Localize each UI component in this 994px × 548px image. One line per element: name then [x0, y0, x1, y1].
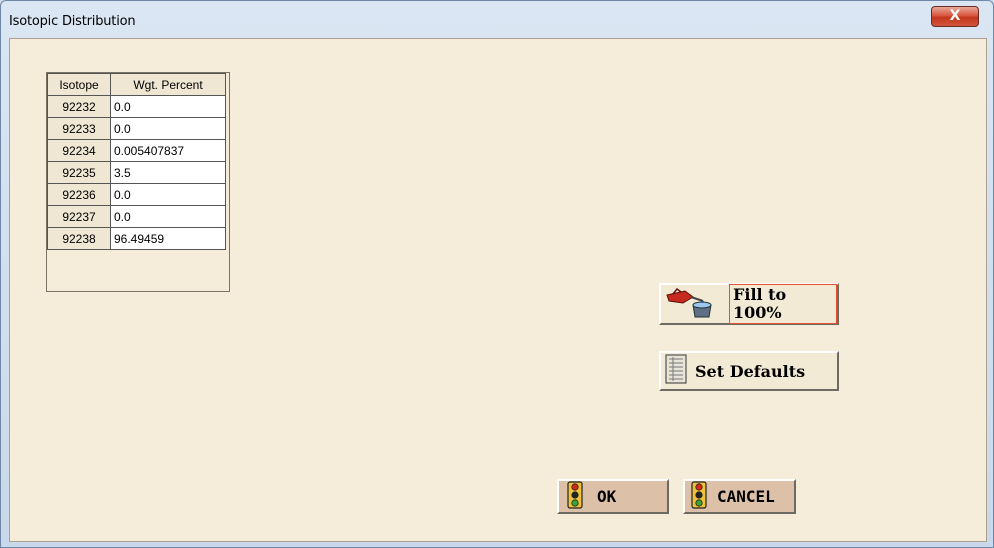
percent-input[interactable]: 0.005407837: [110, 139, 226, 162]
isotope-cell: 92234: [47, 139, 111, 162]
table-row: 92233 0.0: [47, 117, 226, 140]
column-header-isotope: Isotope: [47, 73, 111, 96]
cancel-label: CANCEL: [717, 487, 775, 506]
table-row: 92235 3.5: [47, 161, 226, 184]
column-header-wgt-percent: Wgt. Percent: [110, 73, 226, 96]
cancel-button[interactable]: CANCEL: [683, 479, 796, 514]
isotope-cell: 92237: [47, 205, 111, 228]
table-row: 92232 0.0: [47, 95, 226, 118]
traffic-light-icon: [691, 480, 707, 513]
title-bar[interactable]: Isotopic Distribution X: [1, 1, 993, 37]
set-defaults-label: Set Defaults: [695, 361, 806, 381]
list-document-icon: [665, 354, 687, 388]
fill-to-100-label: Fill to 100%: [729, 284, 837, 324]
percent-input[interactable]: 0.0: [110, 95, 226, 118]
close-icon: X: [949, 8, 961, 24]
traffic-light-icon: [567, 480, 583, 513]
gas-pump-nozzle-icon: [663, 285, 727, 323]
table-row: 92237 0.0: [47, 205, 226, 228]
isotope-cell: 92232: [47, 95, 111, 118]
table-row: 92238 96.49459: [47, 227, 226, 250]
table-row: 92234 0.005407837: [47, 139, 226, 162]
dialog-window: Isotopic Distribution X Isotope Wgt. Per…: [0, 0, 994, 548]
dialog-client-area: Isotope Wgt. Percent 92232 0.0 92233 0.0…: [9, 38, 987, 542]
percent-input[interactable]: 3.5: [110, 161, 226, 184]
isotope-cell: 92238: [47, 227, 111, 250]
close-button[interactable]: X: [931, 6, 979, 27]
window-title: Isotopic Distribution: [9, 14, 136, 29]
isotope-cell: 92235: [47, 161, 111, 184]
percent-input[interactable]: 96.49459: [110, 227, 226, 250]
table-row: 92236 0.0: [47, 183, 226, 206]
isotope-cell: 92233: [47, 117, 111, 140]
set-defaults-button[interactable]: Set Defaults: [659, 351, 839, 391]
percent-input[interactable]: 0.0: [110, 183, 226, 206]
percent-input[interactable]: 0.0: [110, 117, 226, 140]
isotope-cell: 92236: [47, 183, 111, 206]
percent-input[interactable]: 0.0: [110, 205, 226, 228]
ok-button[interactable]: OK: [557, 479, 669, 514]
isotope-table: Isotope Wgt. Percent 92232 0.0 92233 0.0…: [47, 73, 226, 250]
ok-label: OK: [597, 487, 617, 506]
fill-to-100-button[interactable]: Fill to 100%: [659, 283, 839, 325]
